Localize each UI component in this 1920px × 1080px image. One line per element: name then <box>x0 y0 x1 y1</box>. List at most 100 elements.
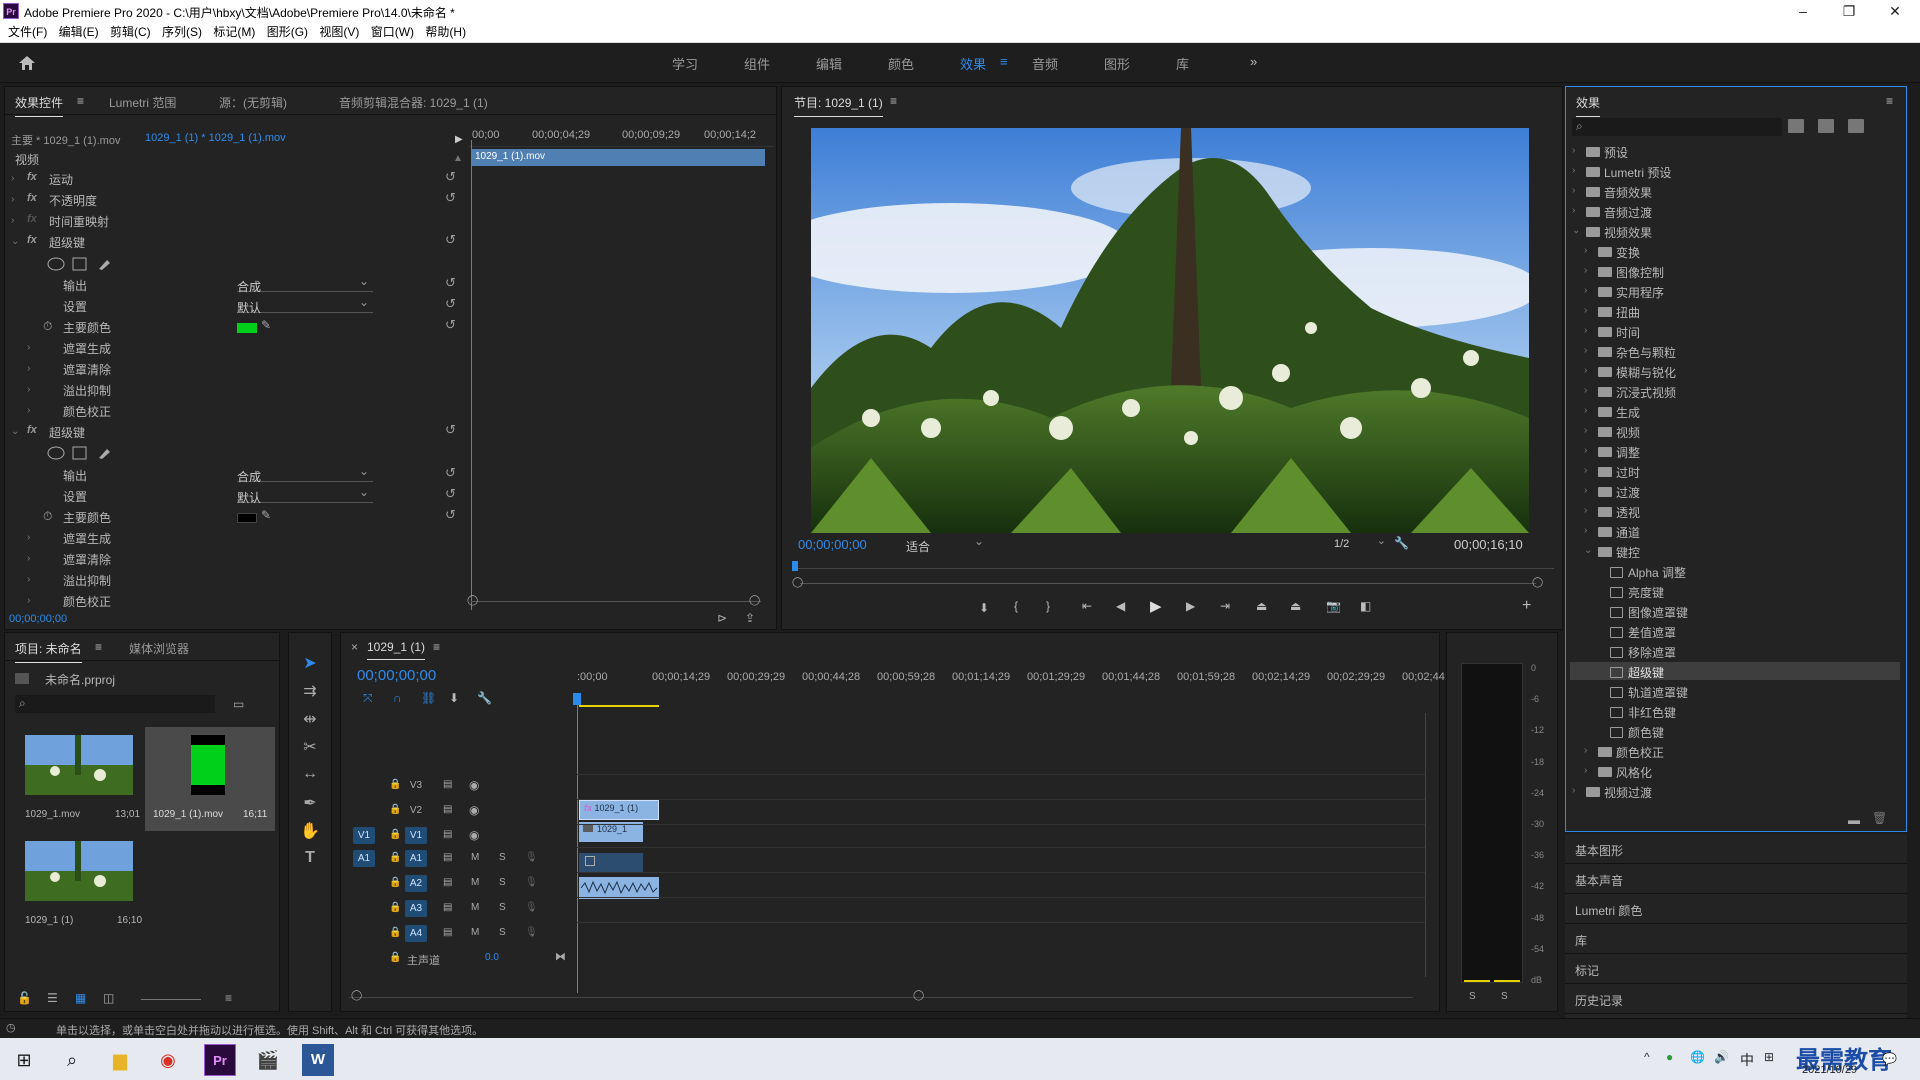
effect-item[interactable]: 调整 <box>1616 444 1640 461</box>
spill-suppression[interactable]: 溢出抑制 <box>63 572 111 589</box>
source-patch-v1[interactable]: V1 <box>353 827 375 844</box>
tab-lumetri-scopes[interactable]: Lumetri 范围 <box>109 94 176 111</box>
expand-icon[interactable]: › <box>1584 485 1587 496</box>
matte-generation[interactable]: 遮罩生成 <box>63 340 111 357</box>
program-zoom-scrollbar[interactable] <box>800 583 1536 584</box>
timeline-timecode[interactable]: 00;00;00;00 <box>357 667 436 684</box>
step-back-icon[interactable]: ◀ <box>1116 599 1125 613</box>
workspace-editing[interactable]: 编辑 <box>816 54 842 73</box>
effect-item[interactable]: Lumetri 预设 <box>1604 164 1671 181</box>
effect-motion[interactable]: 运动 <box>49 171 73 188</box>
effect-item[interactable]: 时间 <box>1616 324 1640 341</box>
scroll-handle[interactable]: ◯ <box>792 577 803 588</box>
reset-icon[interactable]: ↺ <box>445 486 456 502</box>
reset-icon[interactable]: ↺ <box>445 275 456 291</box>
effect-item[interactable]: 变换 <box>1616 244 1640 261</box>
tray-app-icon[interactable]: ● <box>1666 1050 1673 1064</box>
effect-item[interactable]: 视频过渡 <box>1604 784 1652 801</box>
track-lock-icon[interactable]: 🔒 <box>389 829 401 840</box>
effect-ultra-key-1[interactable]: 超级键 <box>49 234 85 251</box>
sync-lock-icon[interactable]: ▤ <box>443 877 452 888</box>
timeline-playhead[interactable] <box>577 693 578 993</box>
track-lock-icon[interactable]: 🔒 <box>389 852 401 863</box>
panel-lumetri-color[interactable]: Lumetri 颜色 <box>1565 894 1907 924</box>
clip-a2-waveform[interactable] <box>579 877 659 899</box>
reset-icon[interactable]: ↺ <box>445 169 456 185</box>
workspace-menu-icon[interactable]: ≡ <box>1000 54 1008 69</box>
effect-item[interactable]: 超级键 <box>1628 664 1664 681</box>
playhead-handle[interactable] <box>573 693 581 705</box>
delete-icon[interactable]: 🗑 <box>1872 811 1887 825</box>
source-patch-a1[interactable]: A1 <box>353 850 375 867</box>
clip-v2[interactable]: fx 1029_1 (1) <box>579 800 659 820</box>
effect-opacity[interactable]: 不透明度 <box>49 192 97 209</box>
collapse-ultra-key-icon[interactable]: ⌄ <box>11 426 19 437</box>
effect-time-remapping[interactable]: 时间重映射 <box>49 213 109 230</box>
workspace-assembly[interactable]: 组件 <box>744 54 770 73</box>
scroll-handle[interactable]: ◯ <box>913 990 924 1001</box>
setting-dropdown[interactable]: 默认 <box>237 485 373 505</box>
track-lock-icon[interactable]: 🔒 <box>389 952 401 963</box>
search-icon[interactable]: ⌕ <box>56 1044 88 1076</box>
collapse-ultra-key-icon[interactable]: ⌄ <box>11 236 19 247</box>
scroll-handle[interactable]: ◯ <box>467 595 478 606</box>
track-lock-icon[interactable]: 🔒 <box>389 779 401 790</box>
expand-icon[interactable]: › <box>27 363 30 374</box>
new-bin-icon[interactable]: ▬ <box>1848 813 1860 827</box>
reset-icon[interactable]: ↺ <box>445 422 456 438</box>
expand-opacity-icon[interactable]: › <box>11 194 14 205</box>
mask-tools[interactable] <box>47 446 117 460</box>
work-area-bar[interactable] <box>579 705 659 707</box>
ec-time-ruler[interactable]: 00;00 00;00;04;29 00;00;09;29 00;00;14;2 <box>468 125 774 147</box>
solo-button[interactable]: S <box>499 927 506 938</box>
effect-item[interactable]: 图像遮罩键 <box>1628 604 1688 621</box>
expand-icon[interactable]: › <box>1572 185 1575 196</box>
setting-dropdown[interactable]: 默认 <box>237 295 373 315</box>
scroll-handle[interactable]: ◯ <box>749 595 760 606</box>
effect-item[interactable]: 图像控制 <box>1616 264 1664 281</box>
razor-tool-icon[interactable]: ✂ <box>289 737 331 757</box>
tab-sequence[interactable]: 1029_1 (1) <box>367 640 426 660</box>
track-target-v2[interactable]: V2 <box>405 802 427 819</box>
list-view-icon[interactable]: ☰ <box>47 991 58 1005</box>
solo-right-button[interactable]: S <box>1501 991 1508 1002</box>
go-to-in-icon[interactable]: ⇤ <box>1082 599 1092 613</box>
program-time-ruler[interactable] <box>794 563 1554 569</box>
reset-icon[interactable]: ↺ <box>445 190 456 206</box>
timeline-ruler[interactable]: :00;00 00;00;14;29 00;00;29;29 00;00;44;28 0… <box>577 667 1448 689</box>
panel-history[interactable]: 历史记录 <box>1565 984 1907 1014</box>
eyedropper-icon[interactable]: ✎ <box>261 508 271 522</box>
sync-lock-icon[interactable]: ▤ <box>443 804 452 815</box>
track-lock-icon[interactable]: 🔒 <box>389 927 401 938</box>
program-title[interactable]: 节目: 1029_1 (1) <box>794 94 883 117</box>
play-only-clip-icon[interactable]: ▶ <box>455 134 463 145</box>
effect-item[interactable]: 视频 <box>1616 424 1640 441</box>
solo-left-button[interactable]: S <box>1469 991 1476 1002</box>
reset-icon[interactable]: ↺ <box>445 232 456 248</box>
track-target-v3[interactable]: V3 <box>405 777 427 794</box>
thumbnail-size-slider[interactable] <box>141 999 201 1000</box>
filter-icon[interactable]: ⊳ <box>717 611 727 625</box>
lift-icon[interactable]: ⏏ <box>1256 599 1267 613</box>
track-target-a2[interactable]: A2 <box>405 875 427 892</box>
expand-icon[interactable]: ⌄ <box>1572 225 1580 236</box>
eye-icon[interactable]: ◉ <box>469 828 479 842</box>
output-dropdown[interactable]: 合成 <box>237 274 373 294</box>
play-icon[interactable]: ▶ <box>1150 597 1162 615</box>
track-lock-icon[interactable]: 🔒 <box>389 877 401 888</box>
wrench-icon[interactable]: 🔧 <box>1394 536 1409 550</box>
expand-icon[interactable]: › <box>27 342 30 353</box>
premiere-taskbar-icon[interactable]: Pr <box>204 1044 236 1076</box>
key-color-swatch[interactable] <box>237 513 257 523</box>
panel-menu-icon[interactable]: ≡ <box>1886 94 1893 108</box>
expand-icon[interactable]: › <box>1584 325 1587 336</box>
expand-icon[interactable]: › <box>27 405 30 416</box>
program-timecode[interactable]: 00;00;00;00 <box>798 537 867 552</box>
pen-tool-icon[interactable]: ✒ <box>289 793 331 813</box>
notification-icon[interactable]: 💬 <box>1882 1052 1897 1066</box>
maximize-button[interactable]: ❐ <box>1826 0 1872 22</box>
expand-icon[interactable]: › <box>1584 405 1587 416</box>
effect-item[interactable]: 风格化 <box>1616 764 1652 781</box>
tab-effect-controls[interactable]: 效果控件 <box>15 94 64 117</box>
mic-icon[interactable]: 🎙 <box>525 902 538 913</box>
